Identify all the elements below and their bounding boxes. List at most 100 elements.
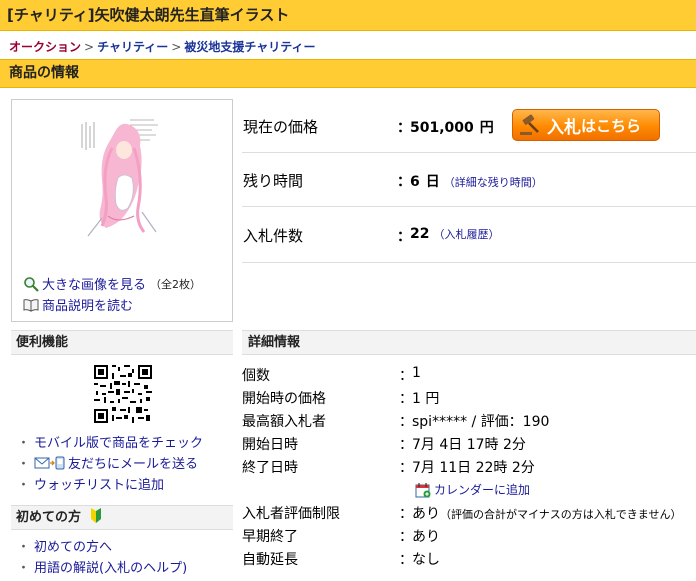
section-title: 商品の情報 [9, 65, 79, 81]
bullet: ・ [17, 478, 31, 493]
remaining-time-value: 6 日 （詳細な残り時間） [410, 171, 543, 191]
current-price-label: 現在の価格 [243, 118, 319, 136]
detail-value: なし [412, 552, 440, 568]
detailed-remaining-time-link[interactable]: （詳細な残り時間） [444, 176, 543, 189]
bid-count-row: 入札件数 ： 22 （入札履歴） [242, 207, 696, 263]
current-price-value: 501,000 円 [410, 117, 494, 137]
current-price-unit: 円 [479, 120, 494, 136]
for-beginners-label[interactable]: 初めての方へ [34, 536, 112, 555]
mobile-check-label[interactable]: モバイル版で商品をチェック [34, 432, 203, 451]
beginner-heading: 初めての方 [11, 505, 233, 530]
title-bar: [チャリティ]矢吹健太朗先生直筆イラスト [0, 0, 696, 31]
detail-colon: ： [399, 437, 413, 453]
breadcrumb-auction[interactable]: オークション [9, 40, 81, 54]
detail-label: 自動延長 [242, 552, 298, 568]
bid-button-label: 入札 [547, 117, 581, 138]
gavel-icon [520, 114, 539, 135]
detail-colon: ： [399, 506, 413, 522]
book-icon [23, 298, 39, 312]
remaining-time-colon: ： [397, 174, 411, 190]
detail-label: 早期終了 [242, 529, 298, 545]
glossary-link[interactable]: ・ 用語の解説(入札のヘルプ) [17, 556, 187, 577]
detail-label: 個数 [242, 368, 270, 384]
detail-row-end-date: 終了日時 ： 7月 11日 22時 2分 [242, 455, 696, 478]
detail-row-bidder-rating-limit: 入札者評価制限 ： あり（評価の合計がマイナスの方は入札できません） [242, 501, 696, 524]
detail-row-start-date: 開始日時 ： 7月 4日 17時 2分 [242, 432, 696, 455]
section-bar: 商品の情報 [0, 59, 696, 88]
breadcrumb-charity[interactable]: チャリティー [97, 40, 168, 54]
detail-label: 最高額入札者 [242, 414, 326, 430]
beginner-heading-label: 初めての方 [16, 510, 82, 525]
mobile-check-link[interactable]: ・ モバイル版で商品をチェック [17, 431, 203, 452]
remaining-days: 6 [410, 174, 420, 190]
detail-value: 1 [412, 365, 421, 381]
read-description-link[interactable]: 商品説明を読む [23, 294, 201, 315]
rating-limit-value: あり [412, 506, 440, 522]
glossary-label[interactable]: 用語の解説(入札のヘルプ) [34, 557, 187, 576]
bid-count-colon: ： [397, 229, 411, 245]
bid-count-value: 22 （入札履歴） [410, 226, 499, 242]
send-mail-link[interactable]: ・ 友だちにメールを送る [17, 452, 203, 473]
detail-row-start-price: 開始時の価格 ： 1 円 [242, 386, 696, 409]
detail-value: 1 円 [412, 391, 440, 407]
image-links: 大きな画像を見る （全2枚） 商品説明を読む [23, 273, 201, 315]
detail-colon: ： [399, 414, 413, 430]
watchlist-link[interactable]: ・ ウォッチリストに追加 [17, 473, 203, 494]
current-price-row: 現在の価格 ： 501,000 円 入札 はこちら [242, 99, 696, 153]
remaining-time-label: 残り時間 [243, 172, 304, 190]
remaining-days-unit: 日 [425, 174, 440, 190]
bullet: ・ [17, 457, 31, 472]
breadcrumb-separator: > [84, 40, 95, 54]
bid-count-label: 入札件数 [243, 227, 304, 245]
image-box: 大きな画像を見る （全2枚） 商品説明を読む [11, 99, 233, 322]
qr-code [92, 363, 154, 425]
bullet: ・ [17, 561, 31, 576]
bullet: ・ [17, 540, 31, 555]
detail-row-early-end: 早期終了 ： あり [242, 524, 696, 547]
add-to-calendar-label[interactable]: カレンダーに追加 [434, 481, 530, 498]
detail-label: 開始日時 [242, 437, 298, 453]
detail-label: 入札者評価制限 [242, 506, 340, 522]
mail-phone-icon [34, 456, 65, 469]
image-count-note: （全2枚） [150, 277, 202, 291]
detail-value: あり（評価の合計がマイナスの方は入札できません） [412, 503, 681, 523]
beginner-links: ・ 初めての方へ ・ 用語の解説(入札のヘルプ) [17, 535, 187, 577]
detail-heading: 詳細情報 [242, 330, 696, 355]
view-large-image-link[interactable]: 大きな画像を見る （全2枚） [23, 273, 201, 294]
bullet: ・ [17, 436, 31, 451]
beginner-mark-icon [90, 508, 101, 523]
detail-colon: ： [399, 460, 413, 476]
page-title: [チャリティ]矢吹健太朗先生直筆イラスト [7, 6, 290, 24]
convenience-heading: 便利機能 [11, 330, 233, 355]
detail-colon: ： [399, 368, 413, 384]
detail-label: 終了日時 [242, 460, 298, 476]
watchlist-label[interactable]: ウォッチリストに追加 [34, 474, 164, 493]
current-price-colon: ： [397, 120, 411, 136]
read-description-label[interactable]: 商品説明を読む [42, 295, 133, 314]
detail-colon: ： [399, 552, 413, 568]
breadcrumb-disaster-charity[interactable]: 被災地支援チャリティー [184, 40, 315, 54]
calendar-icon [415, 482, 431, 497]
breadcrumb: オークション > チャリティー > 被災地支援チャリティー [9, 38, 315, 55]
send-mail-label[interactable]: 友だちにメールを送る [68, 453, 198, 472]
detail-value: 7月 4日 17時 2分 [412, 437, 526, 453]
breadcrumb-separator: > [171, 40, 182, 54]
for-beginners-link[interactable]: ・ 初めての方へ [17, 535, 187, 556]
price-area: 現在の価格 ： 501,000 円 入札 はこちら 残り時間 ： 6 日 （詳細な残り時… [242, 99, 696, 263]
item-thumbnail[interactable] [72, 108, 172, 258]
bid-button-sub-label: はこちら [581, 116, 642, 135]
detail-row-quantity: 個数 ： 1 [242, 363, 696, 386]
detail-row-auto-extend: 自動延長 ： なし [242, 547, 696, 570]
view-large-image-label[interactable]: 大きな画像を見る [42, 274, 146, 293]
bid-button[interactable]: 入札 はこちら [512, 109, 660, 141]
convenience-links: ・ モバイル版で商品をチェック ・ 友だちにメールを送る ・ ウォッチリストに追… [17, 431, 203, 494]
top-bidder-value[interactable]: spi***** / 評価：190 [412, 411, 549, 431]
detail-colon: ： [399, 391, 413, 407]
detail-colon: ： [399, 529, 413, 545]
bid-history-link[interactable]: （入札履歴） [433, 228, 499, 241]
detail-row-top-bidder: 最高額入札者 ： spi***** / 評価：190 [242, 409, 696, 432]
detail-list: 個数 ： 1 開始時の価格 ： 1 円 最高額入札者 ： spi***** / … [242, 363, 696, 570]
calendar-row: カレンダーに追加 [242, 478, 696, 501]
add-to-calendar-link[interactable]: カレンダーに追加 [415, 481, 530, 498]
detail-label: 開始時の価格 [242, 391, 326, 407]
